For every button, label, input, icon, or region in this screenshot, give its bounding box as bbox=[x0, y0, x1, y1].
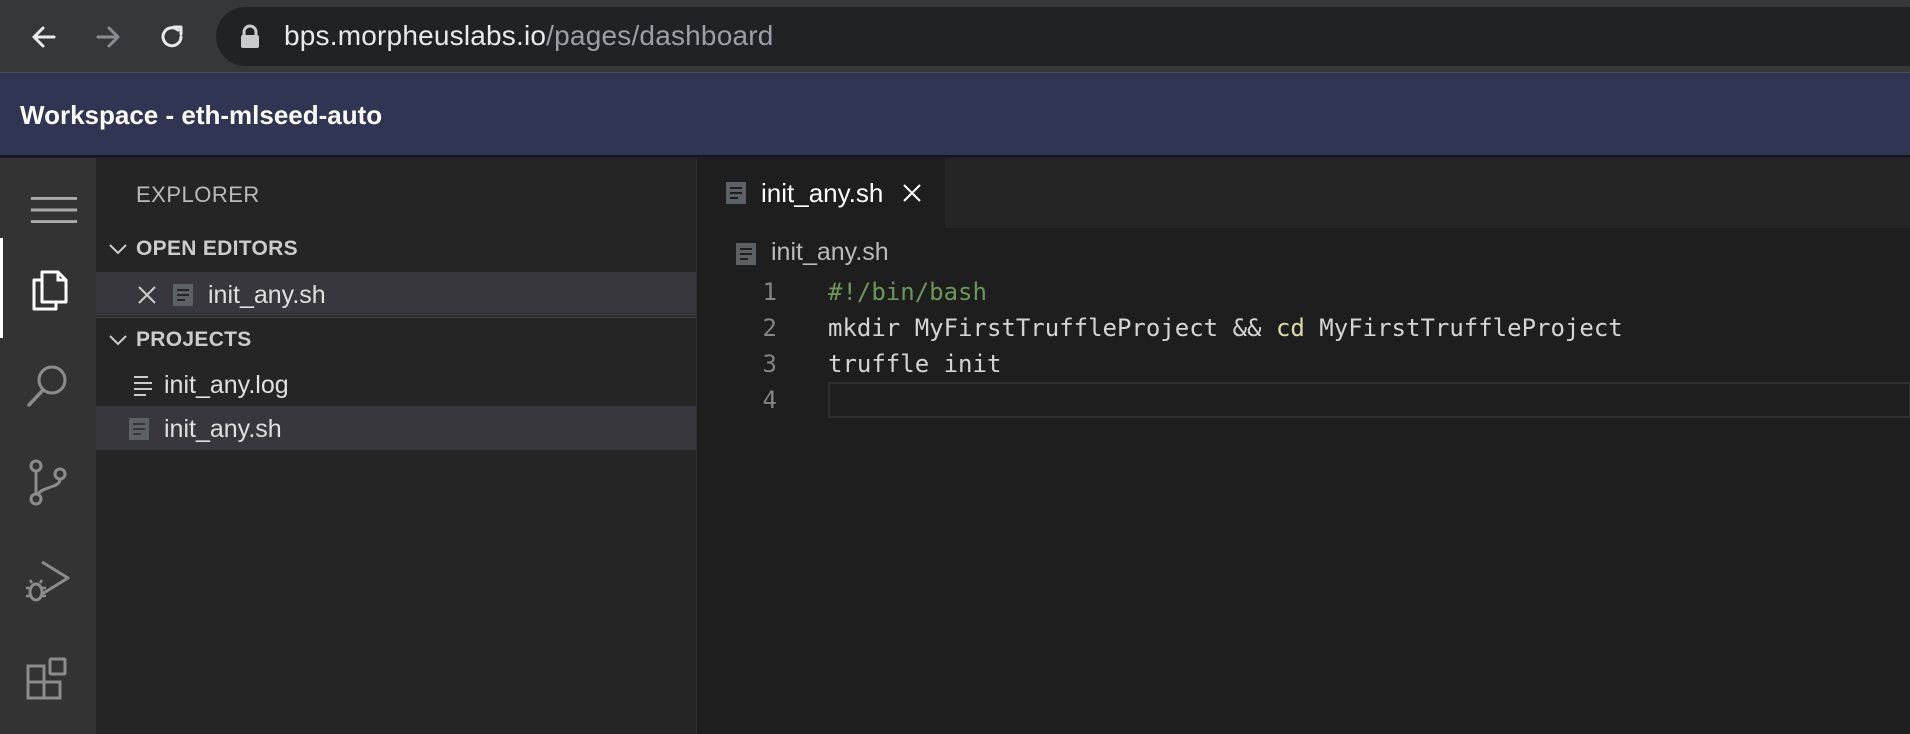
menu-button[interactable] bbox=[0, 158, 96, 238]
url-host: bps.morpheuslabs.io bbox=[284, 20, 547, 51]
activity-bar bbox=[0, 158, 96, 734]
code-line[interactable]: 4 bbox=[697, 382, 1910, 418]
source-control-icon bbox=[29, 459, 67, 506]
run-debug-button[interactable] bbox=[0, 530, 96, 630]
code-token: mkdir MyFirstTruffleProject && bbox=[828, 314, 1276, 342]
code-token: truffle init bbox=[828, 350, 1002, 378]
search-button[interactable] bbox=[0, 338, 96, 434]
code-text: truffle init bbox=[828, 350, 1001, 378]
chevron-down-icon bbox=[109, 244, 127, 255]
tab-label: init_any.sh bbox=[761, 178, 884, 208]
chevron-down-icon bbox=[109, 335, 127, 346]
url-path: /pages/dashboard bbox=[546, 20, 774, 51]
code-text: #!/bin/bash bbox=[828, 278, 987, 306]
line-number: 1 bbox=[762, 278, 777, 306]
editor-tabstrip: init_any.sh bbox=[697, 158, 1910, 228]
app-header: Workspace - eth-mlseed-auto bbox=[0, 73, 1910, 157]
address-bar[interactable]: bps.morpheuslabs.io/pages/dashboard bbox=[216, 7, 1910, 66]
reload-button[interactable] bbox=[150, 15, 194, 59]
section-divider bbox=[96, 317, 696, 318]
forward-arrow-icon bbox=[96, 26, 120, 48]
project-filename: init_any.sh bbox=[164, 415, 282, 443]
projects-label: PROJECTS bbox=[136, 328, 252, 351]
breadcrumb-filename: init_any.sh bbox=[771, 238, 889, 266]
run-debug-icon bbox=[26, 560, 70, 602]
extensions-icon bbox=[26, 657, 67, 700]
current-line-highlight bbox=[828, 382, 1910, 418]
explorer-sidebar: EXPLORER OPEN EDITORS init_any.sh PROJEC… bbox=[96, 158, 696, 734]
line-number: 2 bbox=[762, 314, 777, 342]
shell-file-icon bbox=[129, 418, 149, 440]
project-filename: init_any.log bbox=[164, 371, 289, 399]
project-file-item[interactable]: init_any.sh bbox=[96, 406, 696, 450]
open-editors-label: OPEN EDITORS bbox=[136, 237, 298, 260]
forward-button[interactable] bbox=[86, 15, 130, 59]
source-control-button[interactable] bbox=[0, 434, 96, 530]
editor-area: init_any.sh init_any.sh 1 #!/bin/bash 2 mkd… bbox=[696, 158, 1910, 734]
projects-header[interactable]: PROJECTS bbox=[96, 320, 696, 360]
browser-toolbar: bps.morpheuslabs.io/pages/dashboard bbox=[0, 0, 1910, 73]
tab-init-any-sh[interactable]: init_any.sh bbox=[697, 158, 945, 228]
shell-file-icon bbox=[173, 284, 193, 306]
line-number: 3 bbox=[762, 350, 777, 378]
open-editor-filename: init_any.sh bbox=[208, 281, 326, 309]
close-icon[interactable] bbox=[136, 284, 158, 306]
code-line[interactable]: 1 #!/bin/bash bbox=[697, 274, 1910, 310]
shell-file-icon bbox=[736, 243, 756, 265]
hamburger-menu-icon bbox=[30, 197, 78, 223]
lock-icon bbox=[241, 24, 259, 48]
reload-icon bbox=[161, 25, 183, 48]
shell-file-icon bbox=[726, 182, 746, 204]
code-line[interactable]: 2 mkdir MyFirstTruffleProject && cd MyFir… bbox=[697, 310, 1910, 346]
project-file-item[interactable]: init_any.log bbox=[96, 362, 696, 406]
workspace-title: Workspace - eth-mlseed-auto bbox=[20, 100, 383, 130]
line-number: 4 bbox=[762, 386, 777, 414]
search-icon bbox=[27, 365, 67, 407]
files-icon bbox=[32, 270, 67, 311]
explorer-title: EXPLORER bbox=[136, 182, 260, 207]
url-text: bps.morpheuslabs.io/pages/dashboard bbox=[284, 20, 774, 52]
code-line[interactable]: 3 truffle init bbox=[697, 346, 1910, 382]
close-icon[interactable] bbox=[901, 182, 923, 204]
code-text: mkdir MyFirstTruffleProject && cd MyFirs… bbox=[828, 314, 1623, 342]
back-arrow-icon bbox=[32, 26, 56, 48]
code-token: cd bbox=[1275, 314, 1305, 342]
explorer-button[interactable] bbox=[0, 238, 96, 338]
back-button[interactable] bbox=[22, 15, 66, 59]
extensions-button[interactable] bbox=[0, 630, 96, 734]
code-token: MyFirstTruffleProject bbox=[1304, 314, 1623, 342]
open-editor-item[interactable]: init_any.sh bbox=[96, 272, 696, 316]
code-token: #!/bin/bash bbox=[828, 278, 987, 306]
text-file-icon bbox=[134, 376, 152, 396]
open-editors-header[interactable]: OPEN EDITORS bbox=[96, 229, 696, 269]
